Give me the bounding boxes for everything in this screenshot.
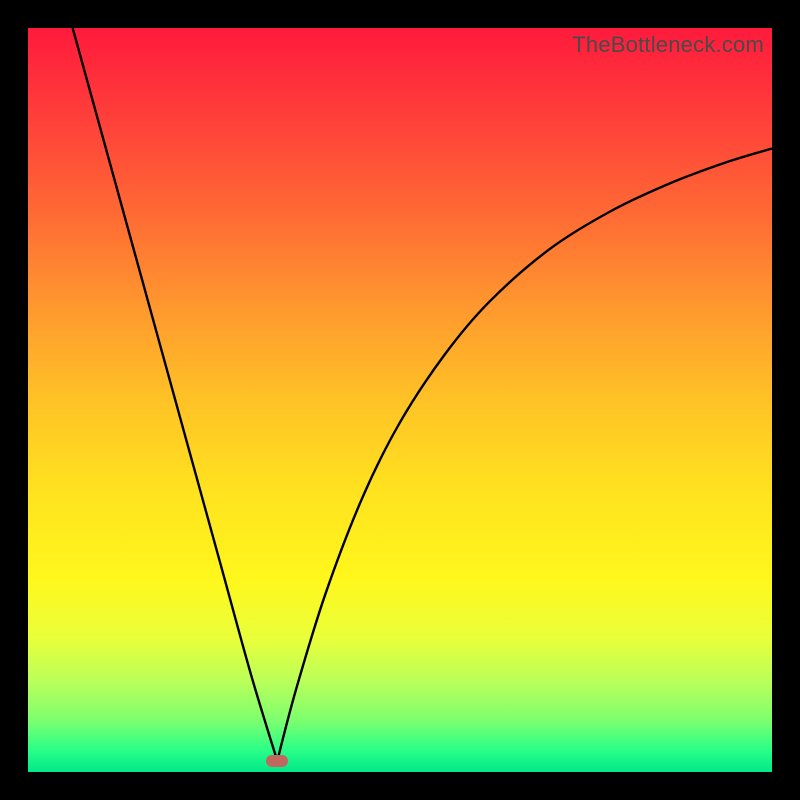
curve-right-branch bbox=[277, 149, 772, 761]
minimum-marker bbox=[266, 755, 288, 767]
plot-area: TheBottleneck.com bbox=[28, 28, 772, 772]
chart-frame: TheBottleneck.com bbox=[0, 0, 800, 800]
curve-left-branch bbox=[73, 28, 278, 761]
watermark-label: TheBottleneck.com bbox=[572, 32, 764, 58]
bottleneck-curve bbox=[28, 28, 772, 772]
